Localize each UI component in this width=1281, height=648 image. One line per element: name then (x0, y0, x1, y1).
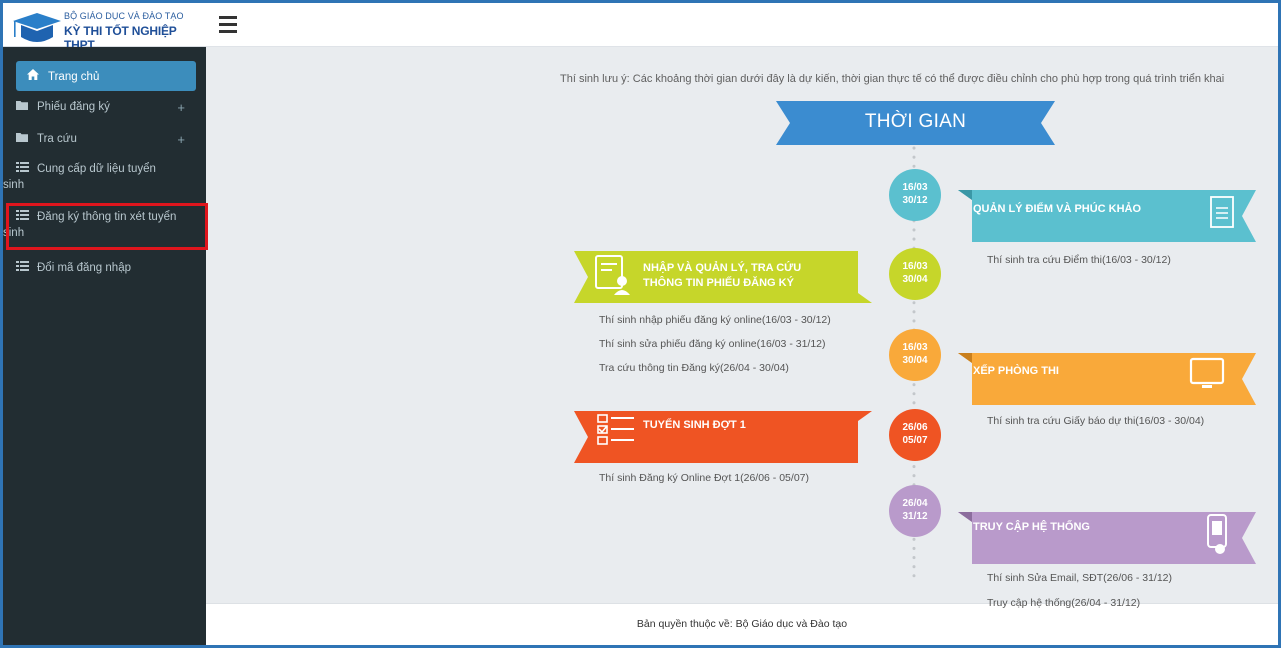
date-end: 30/04 (902, 274, 928, 285)
date-circle: 26/06 05/07 (889, 409, 941, 461)
ribbon-desc: Thí sinh tra cứu Điểm thi(16/03 - 30/12) (987, 254, 1171, 266)
footer: Bản quyền thuộc về: Bộ Giáo dục và Đào t… (206, 603, 1278, 645)
date-start: 26/04 (902, 498, 928, 509)
ribbon-title: QUẢN LÝ ĐIỂM VÀ PHÚC KHẢO (973, 203, 1142, 215)
ribbon-desc: Thí sinh sửa phiếu đăng ký online(16/03 … (599, 338, 826, 350)
app-frame: BỘ GIÁO DỤC VÀ ĐÀO TẠO KỲ THI TỐT NGHIỆP… (0, 0, 1281, 648)
expand-plus-icon[interactable]: + (177, 100, 185, 115)
date-start: 16/03 (902, 261, 928, 272)
graduation-cap-icon (13, 13, 61, 42)
date-circle: 16/03 30/04 (889, 248, 941, 300)
list-icon (15, 162, 29, 175)
date-end: 05/07 (902, 435, 928, 446)
sidebar-item-label-continued: sinh (3, 179, 25, 191)
ribbon-title-line1: NHẬP VÀ QUẢN LÝ, TRA CỨU (643, 262, 802, 274)
ribbon-desc: Thí sinh tra cứu Giấy báo dự thi(16/03 -… (987, 415, 1205, 427)
ribbon-desc: Thí sinh nhập phiếu đăng ký online(16/03… (599, 314, 831, 326)
date-circle: 16/03 30/04 (889, 329, 941, 381)
ribbon-desc: Tra cứu thông tin Đăng ký(26/04 - 30/04) (599, 362, 789, 374)
expand-plus-icon[interactable]: + (177, 132, 185, 147)
sidebar-item-doi-ma-dang-nhap[interactable]: Đổi mã đăng nhập (15, 261, 195, 274)
sidebar-item-tra-cuu[interactable]: Tra cứu + (15, 132, 195, 147)
ribbon-xep-phong-thi[interactable] (958, 353, 1256, 405)
sidebar-item-label: Tra cứu (37, 133, 77, 145)
brand-ministry: BỘ GIÁO DỤC VÀ ĐÀO TẠO (64, 11, 184, 21)
date-start: 26/06 (902, 422, 928, 433)
sidebar-item-cung-cap-du-lieu[interactable]: Cung cấp dữ liệu tuyển sinh (3, 162, 195, 193)
sidebar-item-phieu-dang-ky[interactable]: Phiếu đăng ký + (15, 100, 195, 115)
sidebar-item-label: Trang chủ (48, 71, 100, 83)
highlight-annotation-box (6, 203, 208, 250)
brand-logo-area[interactable]: BỘ GIÁO DỤC VÀ ĐÀO TẠO KỲ THI TỐT NGHIỆP… (3, 3, 206, 52)
sidebar-item-label: Cung cấp dữ liệu tuyển (37, 163, 156, 175)
sidebar-item-trang-chu[interactable]: Trang chủ (16, 61, 196, 91)
list-icon (15, 261, 29, 274)
date-circle: 16/03 30/12 (889, 169, 941, 221)
hamburger-menu-icon[interactable] (219, 16, 237, 33)
top-navbar (206, 3, 1278, 47)
sidebar-item-label: Phiếu đăng ký (37, 101, 110, 113)
ribbon-desc: Thí sinh Sửa Email, SĐT(26/06 - 31/12) (987, 572, 1173, 584)
folder-icon (15, 100, 29, 113)
date-end: 31/12 (902, 511, 928, 522)
copyright-text: Bản quyền thuộc về: Bộ Giáo dục và Đào t… (636, 618, 848, 630)
ribbon-title: XẾP PHÒNG THI (973, 365, 1059, 377)
ribbon-title-line2: THÔNG TIN PHIẾU ĐĂNG KÝ (643, 277, 794, 289)
ribbon-desc: Truy cập hệ thống(26/04 - 31/12) (987, 597, 1141, 609)
sidebar: Trang chủ Phiếu đăng ký + Tra cứu + Cung… (3, 47, 208, 645)
folder-icon (15, 132, 29, 145)
date-start: 16/03 (902, 342, 928, 353)
timeline-title: THỜI GIAN (864, 111, 967, 132)
notice-text: Thí sinh lưu ý: Các khoảng thời gian dướ… (560, 73, 1225, 85)
ribbon-title: TRUY CẬP HỆ THỐNG (973, 521, 1090, 533)
date-end: 30/04 (902, 355, 928, 366)
date-end: 30/12 (902, 195, 928, 206)
date-start: 16/03 (902, 182, 928, 193)
ribbon-desc: Thí sinh Đăng ký Online Đợt 1(26/06 - 05… (599, 472, 809, 484)
ribbon-title: TUYỂN SINH ĐỢT 1 (643, 419, 746, 431)
home-icon (26, 69, 40, 83)
date-circle: 26/04 31/12 (889, 485, 941, 537)
ribbon-title: NHẬP VÀ QUẢN LÝ, TRA CỨU THÔNG TIN PHIẾU… (643, 261, 801, 291)
sidebar-item-label: Đổi mã đăng nhập (37, 262, 131, 274)
